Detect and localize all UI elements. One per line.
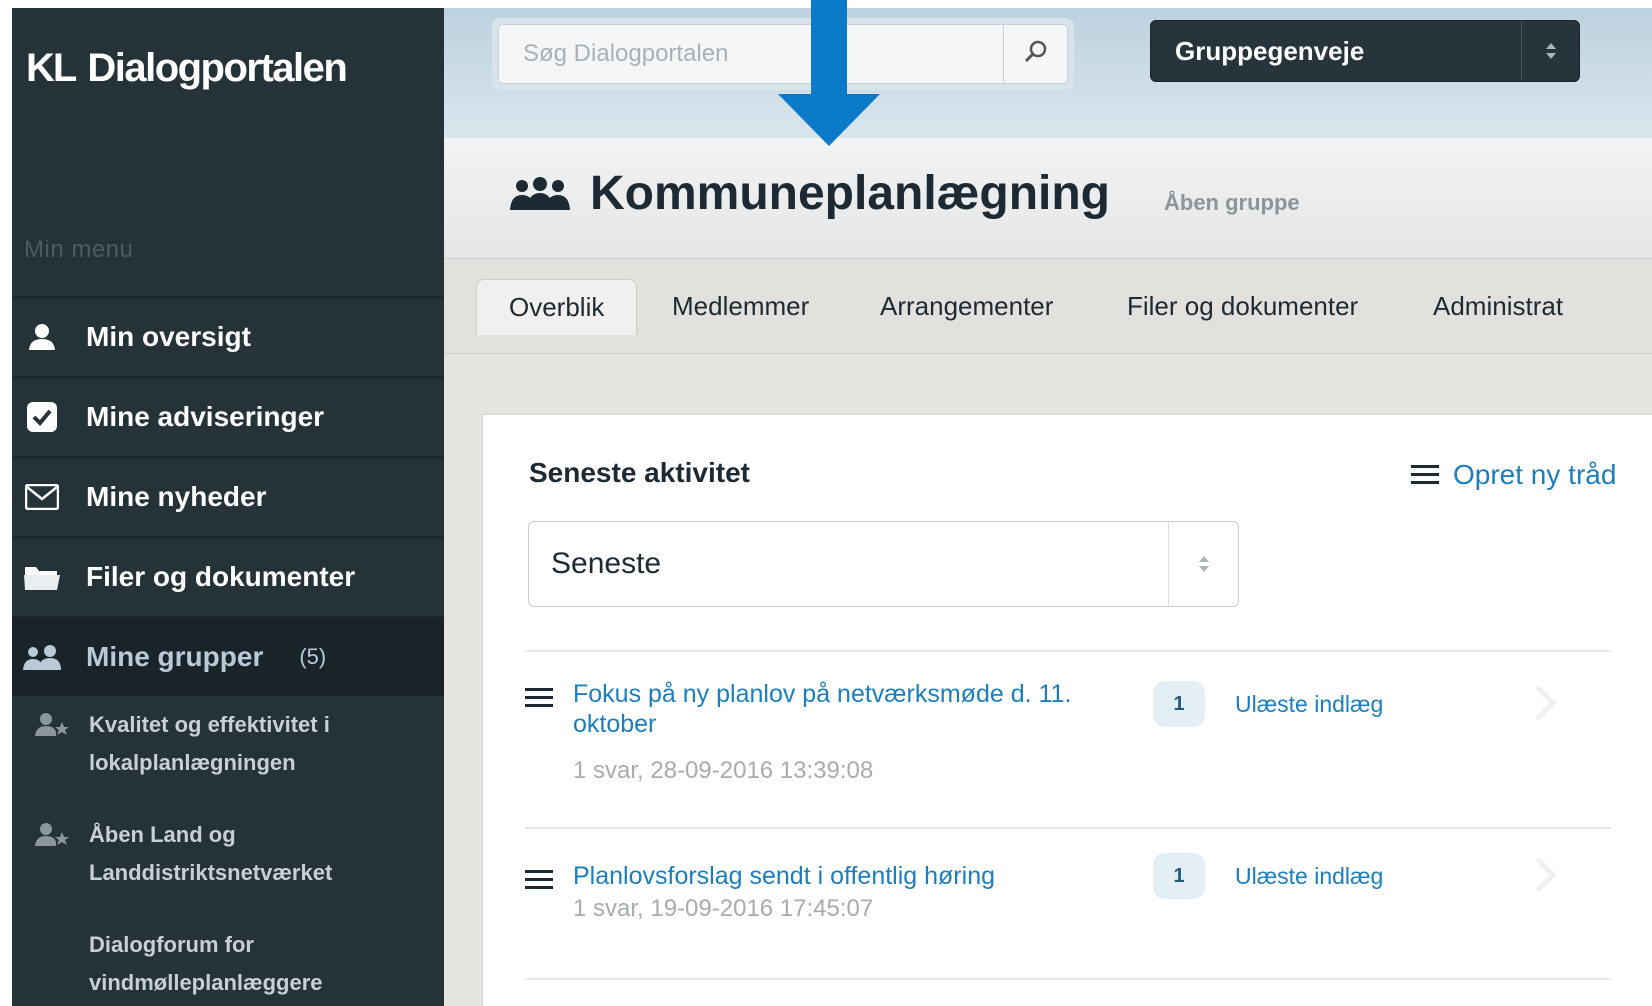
group-item-aaben-land[interactable]: Åben Land og Landdistriktsnetværket (12, 816, 444, 892)
thread-title-link[interactable]: Fokus på ny planlov på netværksmøde d. 1… (573, 679, 1133, 739)
select-arrows-icon (1168, 522, 1238, 606)
folder-icon (22, 557, 62, 597)
sidebar-item-mine-adviseringer[interactable]: Mine adviseringer (12, 376, 444, 456)
group-shortcuts-select[interactable]: Gruppegenveje (1150, 20, 1580, 82)
group-item-kvalitet[interactable]: Kvalitet og effektivitet i lokalplanlægn… (12, 706, 444, 782)
menu-label: Min menu (24, 236, 134, 263)
unread-count-badge: 1 (1153, 853, 1205, 899)
group-item-label: Åben Land og Landdistriktsnetværket (89, 822, 333, 885)
activity-panel: Seneste aktivitet Opret ny tråd Seneste … (482, 414, 1652, 1006)
group-icon (508, 176, 572, 212)
sidebar-item-label: Min oversigt (86, 321, 251, 352)
tab-administration[interactable]: Administrat (1433, 279, 1563, 333)
group-title-text: Kommuneplanlægning (590, 167, 1110, 220)
sidebar-item-mine-grupper[interactable]: Mine grupper (5) (12, 616, 444, 696)
group-count-badge: (5) (299, 644, 327, 669)
list-icon (525, 869, 553, 896)
group-item-dialogforum[interactable]: Dialogforum for vindmølleplanlæggere (12, 926, 444, 1002)
topbar: Gruppegenveje (444, 8, 1652, 138)
tab-overblik[interactable]: Overblik (476, 279, 638, 335)
sort-select[interactable]: Seneste (528, 521, 1239, 607)
envelope-icon (22, 477, 62, 517)
group-star-icon (34, 712, 70, 738)
list-item[interactable]: Fokus på ny planlov på netværksmøde d. 1… (525, 679, 1611, 789)
group-tabs: Overblik Medlemmer Arrangementer Filer o… (444, 258, 1652, 354)
tab-medlemmer[interactable]: Medlemmer (672, 279, 809, 333)
group-header: Kommuneplanlægning Åben gruppe (444, 138, 1652, 258)
sort-select-value: Seneste (551, 547, 662, 580)
group-shortcuts-label: Gruppegenveje (1175, 35, 1365, 66)
checkbox-icon (22, 397, 62, 437)
thread-meta: 1 svar, 28-09-2016 13:39:08 (573, 757, 874, 784)
tab-arrangementer[interactable]: Arrangementer (880, 279, 1053, 333)
search-button[interactable] (1003, 25, 1067, 83)
group-item-label: Kvalitet og effektivitet i lokalplanlægn… (89, 712, 330, 775)
sidebar-item-label: Mine adviseringer (86, 401, 325, 432)
sidebar-item-filer-og-dokumenter[interactable]: Filer og dokumenter (12, 536, 444, 616)
sidebar: KL Dialogportalen Min menu Min oversigt M… (12, 8, 444, 1006)
sidebar-item-label: Mine nyheder (86, 481, 267, 512)
unread-label: Ulæste indlæg (1235, 691, 1384, 717)
logo-kl: KL (26, 46, 77, 90)
page-title: Kommuneplanlægning (508, 166, 1110, 221)
sidebar-item-mine-nyheder[interactable]: Mine nyheder (12, 456, 444, 536)
annotation-arrow-icon (778, 0, 880, 146)
search-input[interactable] (499, 25, 1003, 83)
section-title: Seneste aktivitet (529, 457, 750, 488)
divider (525, 827, 1611, 829)
list-item[interactable]: Planlovsforslag sendt i offentlig høring… (525, 853, 1611, 941)
divider (525, 650, 1611, 652)
chevron-right-icon[interactable] (1533, 855, 1557, 900)
logo-name: Dialogportalen (87, 46, 348, 90)
group-icon (22, 637, 62, 677)
list-icon (525, 687, 553, 714)
unread-count-badge: 1 (1153, 681, 1205, 727)
group-item-label: Dialogforum for vindmølleplanlæggere (89, 932, 323, 995)
user-icon (22, 317, 62, 357)
unread-label: Ulæste indlæg (1235, 863, 1384, 889)
logo[interactable]: KL Dialogportalen (26, 46, 348, 91)
group-list: Kvalitet og effektivitet i lokalplanlægn… (12, 706, 444, 1006)
chevron-right-icon[interactable] (1533, 683, 1557, 728)
sidebar-item-label: Filer og dokumenter (86, 561, 356, 592)
new-thread-link[interactable]: Opret ny tråd (1411, 459, 1616, 491)
search-icon (1023, 39, 1049, 70)
sidebar-item-label: Mine grupper (86, 641, 264, 672)
group-type-label: Åben gruppe (1164, 190, 1300, 215)
main-menu: Min oversigt Mine adviseringer Mine nyhe… (12, 296, 444, 696)
list-icon (1411, 464, 1439, 486)
divider (525, 978, 1611, 980)
new-thread-label: Opret ny tråd (1453, 459, 1617, 490)
thread-meta: 1 svar, 19-09-2016 17:45:07 (573, 895, 874, 922)
sidebar-item-min-oversigt[interactable]: Min oversigt (12, 296, 444, 376)
select-arrows-icon (1521, 21, 1579, 81)
thread-title-link[interactable]: Planlovsforslag sendt i offentlig høring (573, 861, 1133, 891)
group-star-icon (34, 822, 70, 848)
tab-filer-og-dokumenter[interactable]: Filer og dokumenter (1127, 279, 1358, 333)
